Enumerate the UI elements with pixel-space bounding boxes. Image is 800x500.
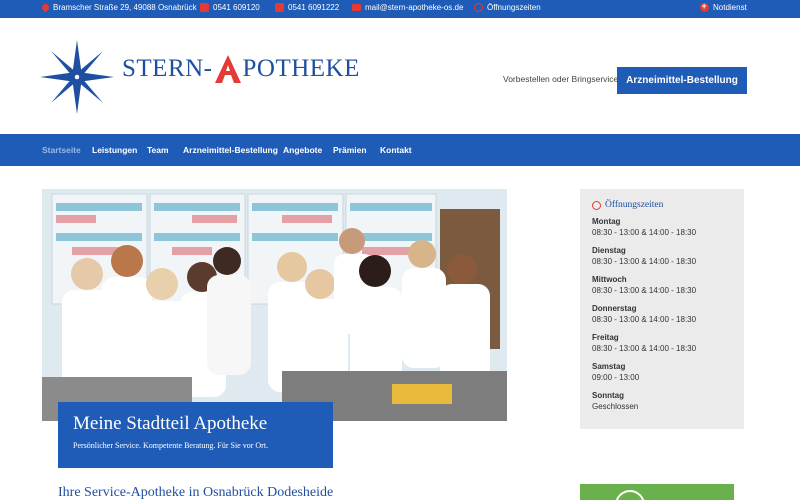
day-label: Montag <box>592 217 621 226</box>
opening-hours-title: Öffnungszeiten <box>592 200 732 210</box>
email-item[interactable]: mail@stern-apotheke-os.de <box>352 3 463 12</box>
time-value: 08:30 - 13:00 & 14:00 - 18:30 <box>592 315 697 324</box>
phone-item[interactable]: 0541 609120 <box>200 3 260 12</box>
preorder-note: Vorbestellen oder Bringservice <box>503 74 619 84</box>
nav-item-praemien[interactable]: Prämien <box>333 145 367 155</box>
day-label: Freitag <box>592 333 619 342</box>
logo-wordmark[interactable]: STERN- POTHEKE <box>122 54 360 84</box>
plus-icon <box>700 1 709 12</box>
main-nav: Startseite Leistungen Team Arzneimittel-… <box>0 134 800 166</box>
logo-text-left: STERN- <box>122 55 213 82</box>
opening-hours-widget: Öffnungszeiten Montag 08:30 - 13:00 & 14… <box>580 189 744 429</box>
site-header: STERN- POTHEKE Vorbestellen oder Bringse… <box>0 18 800 134</box>
order-button[interactable]: Arzneimittel-Bestellung <box>617 67 747 94</box>
top-bar: Bramscher Straße 29, 49088 Osnabrück 054… <box>0 0 800 18</box>
hours-row-montag: Montag 08:30 - 13:00 & 14:00 - 18:30 <box>592 216 732 238</box>
team-photo-illustration <box>42 189 507 421</box>
email-text: mail@stern-apotheke-os.de <box>365 3 464 12</box>
day-label: Donnerstag <box>592 304 637 313</box>
address-item[interactable]: Bramscher Straße 29, 49088 Osnabrück <box>40 2 197 13</box>
nav-item-angebote[interactable]: Angebote <box>283 145 322 155</box>
day-label: Samstag <box>592 362 626 371</box>
hours-row-samstag: Samstag 09:00 - 13:00 <box>592 361 732 383</box>
compass-star-logo-icon[interactable] <box>40 40 114 114</box>
hours-row-dienstag: Dienstag 08:30 - 13:00 & 14:00 - 18:30 <box>592 245 732 267</box>
mail-icon <box>352 4 361 11</box>
nav-item-leistungen[interactable]: Leistungen <box>92 145 137 155</box>
hours-link-text: Öffnungszeiten <box>487 3 541 12</box>
hours-row-sonntag: Sonntag Geschlossen <box>592 390 732 412</box>
apotheke-a-icon <box>214 55 241 83</box>
hero-caption: Meine Stadtteil Apotheke Persönlicher Se… <box>58 402 333 468</box>
fax-item[interactable]: 0541 6091222 <box>275 3 339 12</box>
map-pin-icon <box>40 2 51 13</box>
phone-icon <box>200 3 209 12</box>
time-value: 08:30 - 13:00 & 14:00 - 18:30 <box>592 257 697 266</box>
fax-icon <box>275 3 284 12</box>
day-label: Mittwoch <box>592 275 627 284</box>
address-text: Bramscher Straße 29, 49088 Osnabrück <box>53 3 197 12</box>
time-value: 08:30 - 13:00 & 14:00 - 18:30 <box>592 228 697 237</box>
time-value: Geschlossen <box>592 402 639 411</box>
time-value: 08:30 - 13:00 & 14:00 - 18:30 <box>592 286 697 295</box>
clock-icon <box>474 3 483 12</box>
logo-text-right: POTHEKE <box>242 55 360 82</box>
phone-text: 0541 609120 <box>213 3 260 12</box>
hours-row-mittwoch: Mittwoch 08:30 - 13:00 & 14:00 - 18:30 <box>592 274 732 296</box>
time-value: 08:30 - 13:00 & 14:00 - 18:30 <box>592 344 697 353</box>
hours-row-freitag: Freitag 08:30 - 13:00 & 14:00 - 18:30 <box>592 332 732 354</box>
day-label: Dienstag <box>592 246 626 255</box>
nav-item-team[interactable]: Team <box>147 145 169 155</box>
nav-item-startseite[interactable]: Startseite <box>42 145 81 155</box>
hero-title: Meine Stadtteil Apotheke <box>73 413 268 434</box>
nav-item-kontakt[interactable]: Kontakt <box>380 145 412 155</box>
promo-box[interactable] <box>580 484 734 500</box>
day-label: Sonntag <box>592 391 624 400</box>
opening-hours-title-text: Öffnungszeiten <box>605 200 664 210</box>
fax-text: 0541 6091222 <box>288 3 340 12</box>
hours-link[interactable]: Öffnungszeiten <box>474 3 541 12</box>
emergency-link[interactable]: Notdienst <box>700 1 747 12</box>
emergency-text: Notdienst <box>713 3 747 12</box>
hero-team-photo <box>42 189 507 421</box>
hero-subtitle: Persönlicher Service. Kompetente Beratun… <box>73 441 269 450</box>
hours-row-donnerstag: Donnerstag 08:30 - 13:00 & 14:00 - 18:30 <box>592 303 732 325</box>
page-heading: Ihre Service-Apotheke in Osnabrück Dodes… <box>58 485 334 500</box>
clock-icon <box>592 200 601 210</box>
time-value: 09:00 - 13:00 <box>592 373 640 382</box>
promo-icon <box>615 490 645 500</box>
nav-item-arzneimittel-bestellung[interactable]: Arzneimittel-Bestellung <box>183 145 278 155</box>
